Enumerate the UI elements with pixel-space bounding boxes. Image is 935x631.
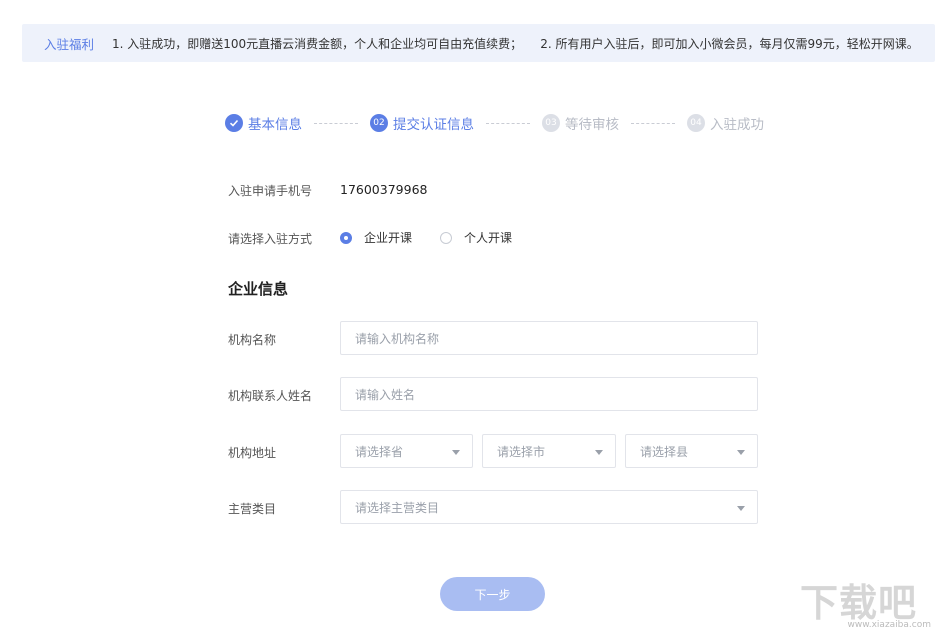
county-placeholder: 请选择县	[640, 444, 689, 459]
contact-name-input[interactable]: 请输入姓名	[340, 377, 758, 411]
step-divider	[486, 122, 530, 124]
watermark-logo: 下载吧 www.xiazaiba.com	[800, 572, 935, 631]
chevron-down-icon	[737, 450, 745, 455]
step-number: 02	[370, 114, 388, 132]
step-success: 04 入驻成功	[687, 113, 764, 133]
step-number: 03	[542, 114, 560, 132]
notice-tag: 入驻福利	[44, 36, 95, 52]
step-await-review: 03 等待审核	[542, 113, 619, 133]
category-label: 主营类目	[228, 502, 277, 516]
province-placeholder: 请选择省	[355, 444, 404, 459]
chevron-down-icon	[737, 506, 745, 511]
benefit-notice: 入驻福利 1. 入驻成功，即赠送100元直播云消费金额，个人和企业均可自由充值续…	[22, 24, 935, 62]
step-divider	[631, 122, 675, 124]
chevron-down-icon	[452, 450, 460, 455]
step-label: 基本信息	[248, 117, 302, 133]
notice-item-1: 1. 入驻成功，即赠送100元直播云消费金额，个人和企业均可自由充值续费；	[112, 36, 523, 51]
next-step-button[interactable]: 下一步	[440, 577, 545, 611]
watermark-url: www.xiazaiba.com	[847, 620, 931, 630]
phone-value: 17600379968	[340, 182, 428, 197]
radio-enterprise-label: 企业开课	[364, 231, 413, 245]
radio-enterprise[interactable]: 企业开课	[340, 229, 412, 246]
step-basic-info: 基本信息	[225, 113, 302, 133]
step-label: 入驻成功	[710, 117, 764, 133]
notice-item-2: 2. 所有用户入驻后，即可加入小微会员，每月仅需99元，轻松开网课。	[540, 36, 919, 51]
radio-unchecked-icon	[440, 231, 452, 244]
step-submit-cert: 02 提交认证信息	[370, 113, 474, 133]
mode-label: 请选择入驻方式	[228, 232, 313, 246]
radio-personal-label: 个人开课	[464, 231, 513, 245]
check-icon	[225, 114, 243, 132]
radio-personal[interactable]: 个人开课	[440, 229, 512, 246]
step-label: 提交认证信息	[393, 117, 474, 133]
step-divider	[314, 122, 358, 124]
radio-checked-icon	[340, 231, 352, 244]
org-name-label: 机构名称	[228, 333, 277, 347]
city-placeholder: 请选择市	[497, 444, 546, 459]
phone-label: 入驻申请手机号	[228, 184, 313, 198]
watermark-text: 下载吧	[800, 581, 918, 625]
progress-steps: 基本信息 02 提交认证信息 03 等待审核 04 入驻成功	[225, 113, 764, 133]
section-title: 企业信息	[228, 280, 289, 298]
county-select[interactable]: 请选择县	[625, 434, 758, 468]
org-name-input[interactable]: 请输入机构名称	[340, 321, 758, 355]
category-select[interactable]: 请选择主营类目	[340, 490, 758, 524]
contact-name-label: 机构联系人姓名	[228, 389, 313, 403]
category-placeholder: 请选择主营类目	[355, 500, 440, 515]
address-label: 机构地址	[228, 446, 277, 460]
city-select[interactable]: 请选择市	[482, 434, 616, 468]
chevron-down-icon	[595, 450, 603, 455]
step-label: 等待审核	[565, 117, 619, 133]
province-select[interactable]: 请选择省	[340, 434, 473, 468]
step-number: 04	[687, 114, 705, 132]
